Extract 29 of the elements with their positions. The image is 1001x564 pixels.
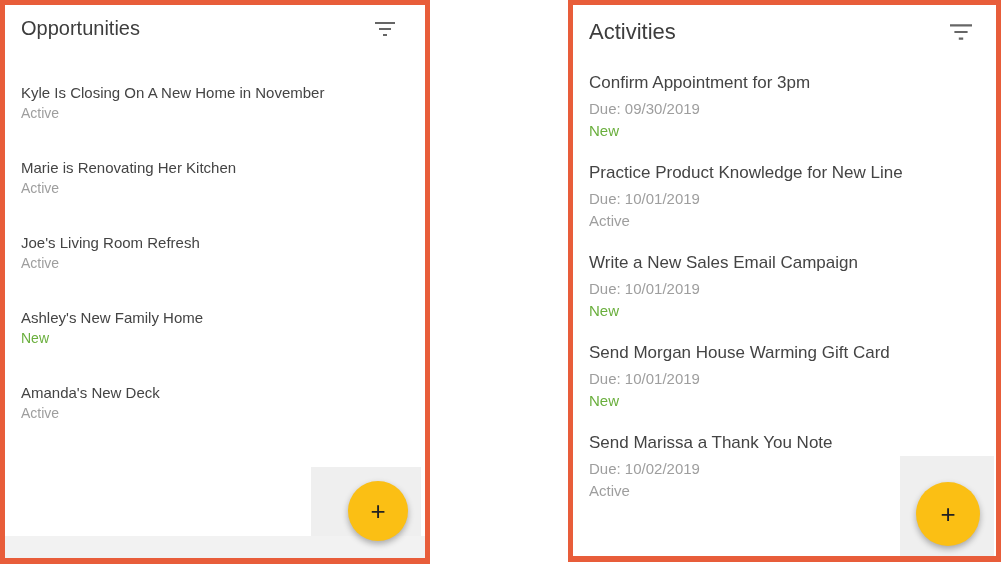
item-title[interactable]: Practice Product Knowledge for New Line <box>589 163 996 183</box>
status-label: Active <box>21 180 61 196</box>
status-label: Active <box>21 105 61 121</box>
item-title[interactable]: Kyle Is Closing On A New Home in November <box>21 84 425 101</box>
item-title[interactable]: Confirm Appointment for 3pm <box>589 73 996 93</box>
panel-title: Opportunities <box>21 17 140 40</box>
panel-title: Activities <box>589 19 676 45</box>
item-title[interactable]: Amanda's New Deck <box>21 384 425 401</box>
item-title[interactable]: Marie is Renovating Her Kitchen <box>21 159 425 176</box>
item-title[interactable]: Send Marissa a Thank You Note <box>589 433 996 453</box>
due-date: Due: 10/01/2019 <box>589 370 701 387</box>
status-label: Active <box>589 212 631 229</box>
filter-icon[interactable] <box>375 20 395 37</box>
item-title[interactable]: Write a New Sales Email Campaign <box>589 253 996 273</box>
item-title[interactable]: Send Morgan House Warming Gift Card <box>589 343 996 363</box>
due-date: Due: 10/01/2019 <box>589 280 701 297</box>
status-label: Active <box>21 255 61 271</box>
status-label: New <box>589 392 620 409</box>
status-label: New <box>589 122 620 139</box>
due-date: Due: 09/30/2019 <box>589 100 701 117</box>
item-title[interactable]: Ashley's New Family Home <box>21 309 425 326</box>
status-label: Active <box>589 482 631 499</box>
due-date: Due: 10/02/2019 <box>589 460 701 477</box>
status-label: Active <box>21 405 61 421</box>
item-title[interactable]: Joe's Living Room Refresh <box>21 234 425 251</box>
filter-icon[interactable] <box>950 24 972 40</box>
due-date: Due: 10/01/2019 <box>589 190 701 207</box>
status-label: New <box>21 330 50 346</box>
status-label: New <box>589 302 620 319</box>
